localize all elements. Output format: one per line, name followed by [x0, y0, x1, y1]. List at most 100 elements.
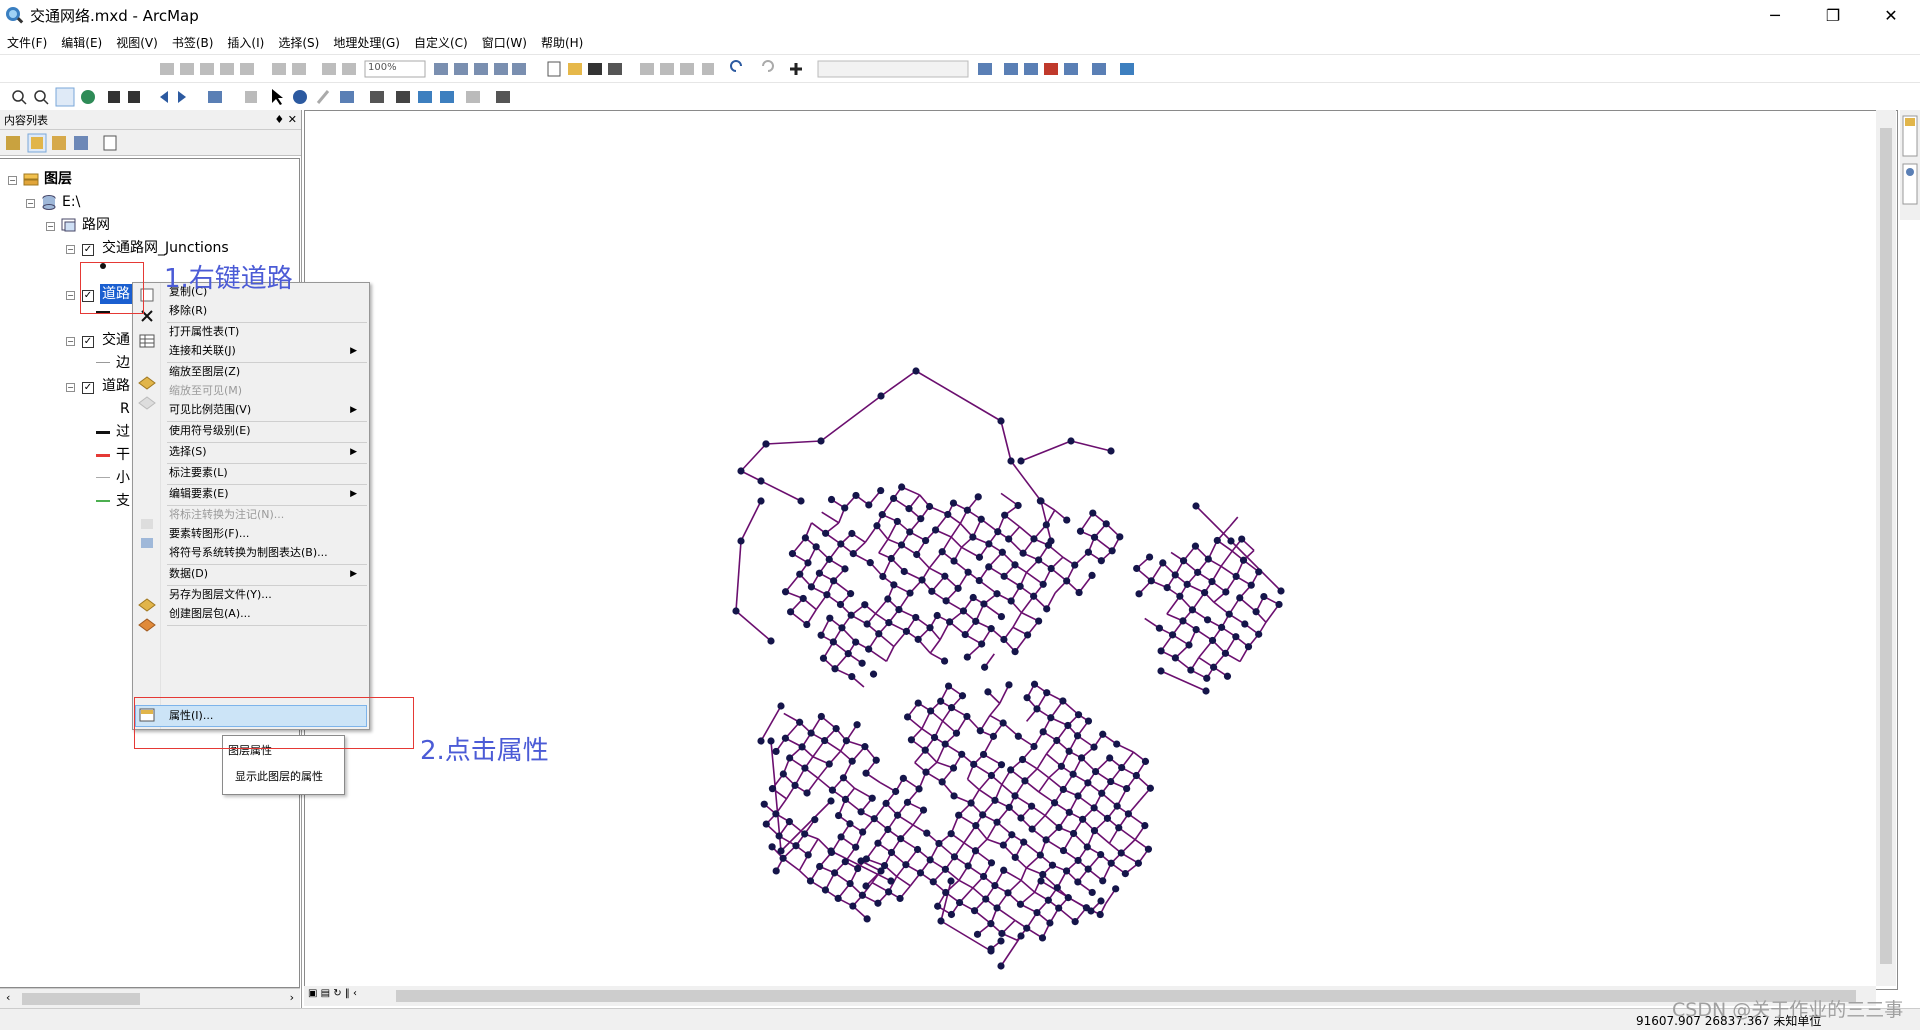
- collapse-drive-icon[interactable]: −: [26, 199, 35, 208]
- junction-point: [857, 857, 865, 865]
- submenu-arrow-icon: ▶: [350, 447, 357, 457]
- layer-traffic[interactable]: 交通: [102, 330, 130, 350]
- v-scroll-thumb[interactable]: [1880, 128, 1892, 964]
- menu-help[interactable]: 帮助(H): [534, 34, 590, 51]
- junction-point: [1005, 681, 1013, 689]
- menu-features-to-graphics[interactable]: 要素转图形(F)...: [169, 525, 249, 543]
- menu-open-attribute-table[interactable]: 打开属性表(T): [169, 323, 239, 341]
- menu-file[interactable]: 文件(F): [0, 34, 54, 51]
- layout-view-buttons[interactable]: ▣ ▤ ↻ ‖ ‹: [308, 988, 357, 999]
- restore-button[interactable]: ❐: [1804, 0, 1862, 30]
- junction-point: [912, 367, 920, 375]
- junction-point: [1055, 823, 1063, 832]
- menu-create-layer-package[interactable]: 创建图层包(A)...: [169, 605, 251, 623]
- toc-scroll-thumb[interactable]: [22, 993, 140, 1005]
- menu-customize[interactable]: 自定义(C): [407, 34, 475, 51]
- road-segment: [1195, 505, 1232, 542]
- junction-point: [998, 929, 1006, 938]
- scroll-right-icon[interactable]: ›: [290, 991, 294, 1004]
- junction-point: [1208, 577, 1216, 586]
- road-network-map: [732, 367, 1285, 970]
- drive-node[interactable]: E:\: [62, 192, 80, 212]
- collapse-layers-icon[interactable]: −: [8, 176, 17, 185]
- junctions-visibility-checkbox[interactable]: ✓: [82, 244, 94, 256]
- menu-remove[interactable]: 移除(R): [169, 302, 207, 320]
- dataset-node[interactable]: 路网: [82, 215, 110, 235]
- collapse-road-icon[interactable]: −: [66, 291, 75, 300]
- junction-point: [885, 619, 893, 627]
- h-scroll-thumb[interactable]: [396, 990, 1856, 1002]
- zoom-combo-value[interactable]: 100%: [368, 62, 397, 73]
- junction-point: [949, 499, 958, 507]
- menu-convert-symbology[interactable]: 将符号系统转换为制图表达(B)...: [169, 544, 328, 562]
- menu-windows[interactable]: 窗口(W): [475, 34, 534, 51]
- junction-point: [984, 688, 992, 696]
- menu-save-as-layer-file[interactable]: 另存为图层文件(Y)...: [169, 586, 272, 604]
- junction-point: [1107, 859, 1115, 867]
- junction-point: [893, 517, 901, 526]
- junction-point: [858, 891, 867, 899]
- junction-point: [979, 750, 988, 759]
- junction-points: [732, 367, 1285, 970]
- junction-point: [898, 483, 906, 491]
- menu-insert[interactable]: 插入(I): [220, 34, 271, 51]
- collapse-road2-icon[interactable]: −: [66, 383, 75, 392]
- right-dock-tabs[interactable]: [1900, 110, 1920, 220]
- junction-point: [804, 851, 812, 859]
- toc-pin-close-buttons[interactable]: ♦ ✕: [274, 113, 297, 126]
- collapse-junctions-icon[interactable]: −: [66, 245, 75, 254]
- junction-point: [973, 930, 982, 938]
- junction-point: [897, 835, 905, 843]
- menu-visible-scale-range[interactable]: 可见比例范围(V) ▶: [169, 401, 365, 419]
- junction-point: [777, 702, 785, 710]
- menu-selection[interactable]: 选择(S) ▶: [169, 443, 365, 461]
- toc-horizontal-scrollbar[interactable]: ‹ ›: [0, 988, 300, 1008]
- junction-point: [1147, 577, 1155, 585]
- junction-point: [942, 597, 950, 605]
- menu-edit-features[interactable]: 编辑要素(E) ▶: [169, 485, 365, 503]
- menu-icons: [138, 288, 156, 722]
- layer-junctions[interactable]: 交通路网_Junctions: [102, 238, 229, 258]
- road-segment: [1229, 516, 1239, 528]
- collapse-dataset-icon[interactable]: −: [46, 222, 55, 231]
- traffic-visibility-checkbox[interactable]: ✓: [82, 336, 94, 348]
- junction-point: [1076, 527, 1085, 535]
- junction-point: [946, 618, 954, 626]
- junction-point: [918, 576, 926, 584]
- junction-point: [950, 792, 958, 800]
- junction-point: [1014, 732, 1022, 740]
- junction-point: [923, 829, 931, 837]
- layers-root[interactable]: 图层: [44, 169, 72, 189]
- collapse-traffic-icon[interactable]: −: [66, 337, 75, 346]
- junction-point: [1000, 572, 1008, 580]
- layer-road2[interactable]: 道路: [102, 376, 130, 396]
- menu-data[interactable]: 数据(D) ▶: [169, 565, 365, 583]
- junction-point: [875, 630, 883, 638]
- minimize-button[interactable]: ─: [1746, 0, 1804, 30]
- menu-edit[interactable]: 编辑(E): [54, 34, 109, 51]
- junction-point: [1194, 568, 1202, 576]
- map-vertical-scrollbar[interactable]: [1876, 110, 1896, 986]
- map-canvas[interactable]: [304, 110, 1898, 990]
- menu-joins-relates[interactable]: 连接和关联(J) ▶: [169, 342, 365, 360]
- catalog-search-tabs-icon[interactable]: [1900, 110, 1920, 220]
- junction-point: [975, 553, 984, 561]
- menu-bookmarks[interactable]: 书签(B): [165, 34, 221, 51]
- menu-selection[interactable]: 选择(S): [271, 34, 326, 51]
- toc-view-icons[interactable]: [2, 130, 132, 156]
- map-horizontal-scrollbar[interactable]: ▣ ▤ ↻ ‖ ‹: [304, 986, 1876, 1006]
- menu-geoprocessing[interactable]: 地理处理(G): [326, 34, 407, 51]
- menu-label-features[interactable]: 标注要素(L): [169, 464, 228, 482]
- arcmap-logo-icon: [6, 7, 24, 24]
- junction-point: [1057, 762, 1066, 770]
- menu-view[interactable]: 视图(V): [109, 34, 165, 51]
- road2-visibility-checkbox[interactable]: ✓: [82, 382, 94, 394]
- menu-symbol-levels[interactable]: 使用符号级别(E): [169, 422, 251, 440]
- scroll-left-icon[interactable]: ‹: [6, 991, 10, 1004]
- junction-point: [1187, 666, 1195, 674]
- junction-point: [1001, 511, 1009, 519]
- junction-point: [993, 904, 1001, 912]
- close-button[interactable]: ✕: [1862, 0, 1920, 30]
- junction-point: [895, 606, 903, 614]
- menu-zoom-to-layer[interactable]: 缩放至图层(Z): [169, 363, 240, 381]
